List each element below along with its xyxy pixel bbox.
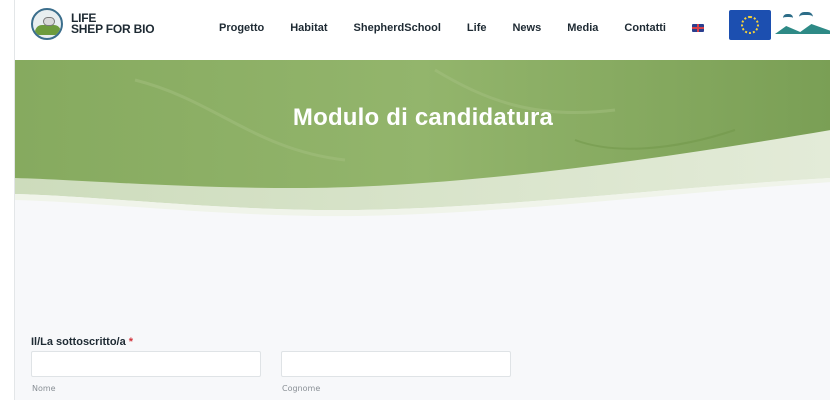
- last-name-input[interactable]: [281, 351, 511, 377]
- eu-life-logo[interactable]: [729, 10, 771, 40]
- nav-item-shepherdschool[interactable]: ShepherdSchool: [354, 22, 441, 34]
- logo-emblem-icon: [31, 8, 63, 40]
- field-label-text: Il/La sottoscritto/a: [31, 336, 126, 348]
- field-label-undersigned: Il/La sottoscritto/a *: [31, 336, 133, 348]
- brand-line-2: SHEP FOR BIO: [71, 22, 155, 36]
- nav-item-media[interactable]: Media: [567, 22, 598, 34]
- site-header: LIFE SHEP FOR BIO Progetto Habitat Sheph…: [15, 0, 830, 60]
- landscape-icon: [775, 24, 830, 34]
- brand-name: LIFE SHEP FOR BIO: [71, 12, 155, 36]
- nav-item-contatti[interactable]: Contatti: [624, 22, 666, 34]
- natura-2000-logo[interactable]: [775, 10, 830, 40]
- first-name-sublabel: Nome: [32, 384, 56, 393]
- uk-flag-icon[interactable]: [691, 24, 704, 32]
- required-asterisk: *: [128, 336, 134, 348]
- first-name-input[interactable]: [31, 351, 261, 377]
- bird-icon: [783, 14, 793, 18]
- nav-item-life[interactable]: Life: [467, 22, 487, 34]
- page-title: Modulo di candidatura: [292, 104, 554, 131]
- last-name-sublabel: Cognome: [282, 384, 321, 393]
- page-frame: LIFE SHEP FOR BIO Progetto Habitat Sheph…: [14, 0, 830, 400]
- eu-stars-icon: [741, 16, 759, 34]
- nav-item-habitat[interactable]: Habitat: [290, 22, 327, 34]
- hero-banner: Modulo di candidatura: [15, 60, 830, 250]
- nav-item-progetto[interactable]: Progetto: [219, 22, 264, 34]
- nav-item-news[interactable]: News: [512, 22, 541, 34]
- main-nav: Progetto Habitat ShepherdSchool Life New…: [219, 22, 704, 34]
- hero-background: [15, 60, 830, 217]
- brand-logo[interactable]: LIFE SHEP FOR BIO: [31, 8, 155, 40]
- bird-icon: [799, 12, 813, 17]
